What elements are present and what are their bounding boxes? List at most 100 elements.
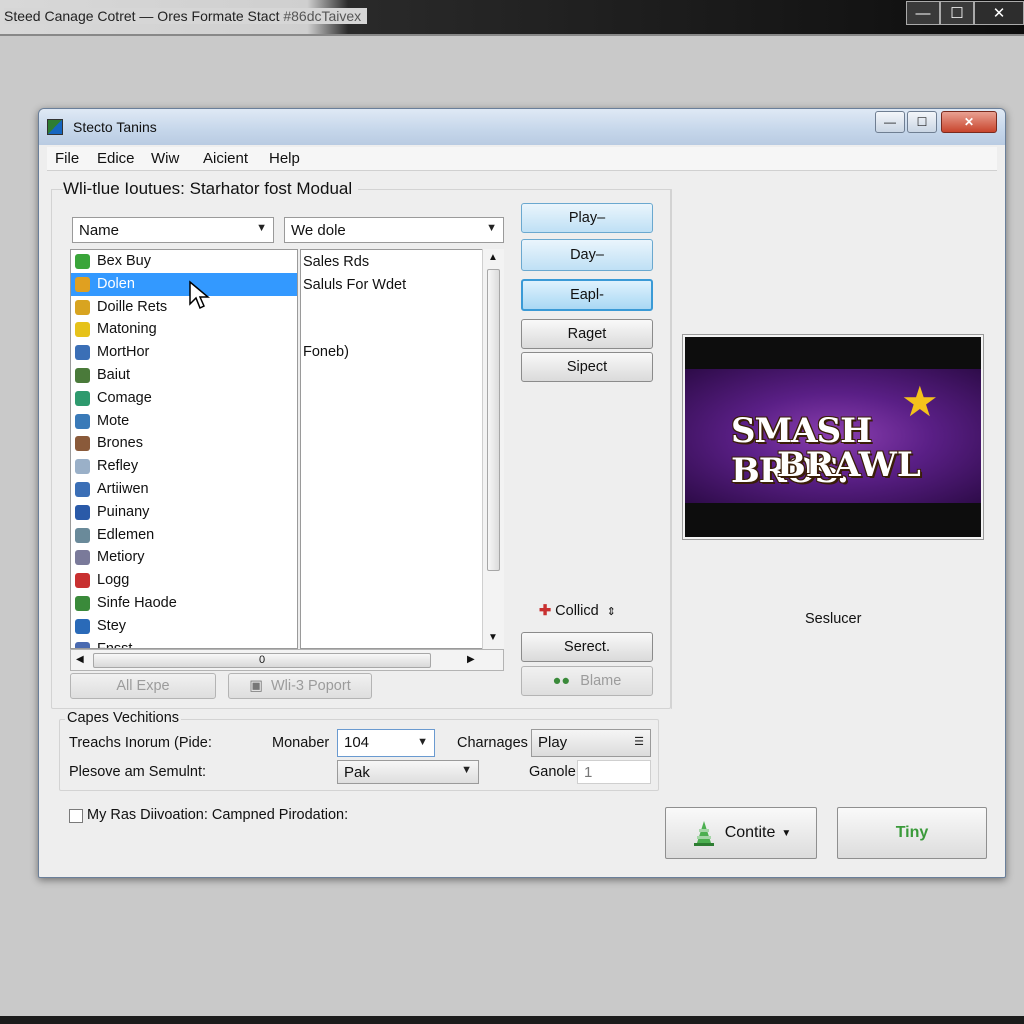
list-item[interactable]: Dolen — [71, 272, 297, 296]
module-list[interactable]: Bex Buy Dolen Doille Rets Matoning MortHor Ba… — [70, 249, 298, 649]
list-item-label: Artiiwen — [97, 480, 149, 497]
person-icon — [75, 436, 90, 452]
green-check-icon — [75, 254, 90, 269]
list-item[interactable]: Brones — [71, 432, 297, 455]
list-item-label: Logg — [97, 572, 130, 589]
list-item[interactable]: Artiiwen — [71, 478, 297, 501]
disc-icon — [75, 527, 90, 543]
list-item-label: Mote — [97, 412, 130, 429]
preview-caption: Seslucer — [805, 611, 862, 627]
vertical-divider — [671, 189, 672, 709]
diivoation-checkbox[interactable] — [69, 809, 83, 823]
list-item[interactable]: Mote — [71, 410, 297, 433]
pak-select[interactable]: Pak ▼ — [337, 760, 479, 784]
menu-view[interactable]: Wiw — [151, 150, 179, 167]
horizontal-scroll-thumb[interactable]: 0 — [93, 653, 431, 668]
list-item-label: Sinfe Haode — [97, 594, 177, 611]
detail-panel: Sales Rds Saluls For Wdet Foneb) — [300, 249, 504, 649]
name-combo[interactable]: Name ▼ — [72, 217, 274, 243]
charnages-value: Play — [538, 734, 568, 751]
list-item[interactable]: Sinfe Haode — [71, 592, 297, 615]
blame-button[interactable]: ●● Blame — [521, 666, 653, 696]
contite-button[interactable]: Contite ▼ — [665, 807, 817, 859]
ganole-field[interactable]: 1 — [577, 760, 651, 784]
logo-title-line2: BRAWL — [777, 445, 921, 485]
list-item[interactable]: Comage — [71, 387, 297, 410]
treachs-label: Treachs Inorum (Pide: — [69, 735, 212, 751]
dialog-close-button[interactable]: ✕ — [941, 111, 997, 133]
list-item[interactable]: Logg — [71, 569, 297, 592]
list-item[interactable]: Bex Buy — [71, 250, 297, 273]
list-item-label: Puinany — [97, 503, 150, 520]
select-button[interactable]: Serect. — [521, 632, 653, 662]
taskbar-strip — [0, 1016, 1024, 1024]
tiny-button[interactable]: Tiny — [837, 807, 987, 859]
detail-line-1: Sales Rds — [303, 254, 370, 270]
list-item[interactable]: Baiut — [71, 364, 297, 387]
raget-button[interactable]: Raget — [521, 319, 653, 349]
outer-close-button[interactable]: ✕ — [974, 1, 1024, 25]
vertical-scroll-thumb[interactable] — [487, 269, 500, 571]
play-button[interactable]: Play– — [521, 203, 653, 233]
list-item[interactable]: Puinany — [71, 501, 297, 524]
dialog-minimize-button[interactable]: — — [875, 111, 905, 133]
tools-icon — [75, 595, 90, 611]
menu-help[interactable]: Help — [269, 150, 300, 167]
list-item[interactable]: Doille Rets — [71, 296, 297, 319]
outer-title-text: Steed Canage Cotret — Ores Formate Stact — [4, 8, 280, 24]
scroll-up-icon[interactable]: ▲ — [488, 252, 498, 263]
image-icon — [75, 390, 90, 406]
outer-maximize-button[interactable]: ☐ — [940, 1, 974, 25]
eapl-button[interactable]: Eapl- — [521, 279, 653, 311]
list-item[interactable]: Matoning — [71, 318, 297, 341]
plesove-label: Plesove am Semulnt: — [69, 764, 207, 780]
list-item-label: Stey — [97, 617, 127, 634]
list-item[interactable]: MortHor — [71, 341, 297, 364]
list-item[interactable]: Metiory — [71, 546, 297, 569]
blame-label: Blame — [580, 673, 622, 689]
list-item-label: Matoning — [97, 321, 157, 338]
list-item[interactable]: Edlemen — [71, 524, 297, 547]
scroll-down-icon[interactable]: ▼ — [488, 632, 498, 643]
menu-edit[interactable]: Edice — [97, 150, 135, 167]
list-item[interactable]: Refley — [71, 455, 297, 478]
sipect-button[interactable]: Sipect — [521, 352, 653, 382]
menubar: File Edice Wiw Aicient Help — [47, 147, 997, 171]
list-item-label: Comage — [97, 389, 152, 406]
game-icon — [75, 367, 90, 383]
dialog-title: Stecto Tanins — [73, 119, 157, 135]
red-figure-icon — [75, 573, 90, 589]
blame-icon: ●● — [552, 673, 571, 689]
day-button[interactable]: Day– — [521, 239, 653, 271]
charnages-select[interactable]: Play ☰ — [531, 729, 651, 757]
menu-aicient[interactable]: Aicient — [203, 150, 248, 167]
all-expe-button[interactable]: All Expe — [70, 673, 216, 699]
photo-icon — [75, 481, 90, 497]
list-item-label: Refley — [97, 458, 139, 475]
wedole-combo[interactable]: We dole ▼ — [284, 217, 504, 243]
chevron-down-icon: ☰ — [634, 736, 644, 748]
collicd-arrow-icon: ⇕ — [606, 606, 616, 618]
list-item-label: Baiut — [97, 366, 131, 383]
chevron-down-icon: ▼ — [781, 827, 792, 839]
list-item[interactable]: Fnsst — [71, 638, 297, 648]
collicd-control[interactable]: ✚ Collicd ⇕ — [539, 603, 616, 619]
scroll-right-icon[interactable]: ▶ — [467, 654, 475, 665]
report-button[interactable]: ▣ Wli-3 Poport — [228, 673, 372, 699]
monitor-icon — [75, 413, 90, 429]
collicd-label: Collicd — [555, 603, 599, 619]
horizontal-scrollbar[interactable]: ◀ 0 ▶ — [70, 649, 504, 671]
dialog-maximize-button[interactable]: ☐ — [907, 111, 937, 133]
dialog-titlebar[interactable]: Stecto Tanins — ☐ ✕ — [39, 109, 1005, 145]
contite-label: Contite — [724, 824, 776, 841]
chevron-down-icon: ▼ — [486, 222, 497, 234]
smiley-icon — [75, 322, 90, 338]
scroll-left-icon[interactable]: ◀ — [76, 654, 84, 665]
vertical-scrollbar[interactable]: ▲ ▼ — [482, 249, 504, 649]
list-item[interactable]: Stey — [71, 615, 297, 638]
monaber-select[interactable]: 104 ▼ — [337, 729, 435, 757]
outer-minimize-button[interactable]: — — [906, 1, 940, 25]
chevron-down-icon: ▼ — [256, 222, 267, 234]
hscroll-value: 0 — [258, 654, 266, 666]
menu-file[interactable]: File — [55, 150, 79, 167]
